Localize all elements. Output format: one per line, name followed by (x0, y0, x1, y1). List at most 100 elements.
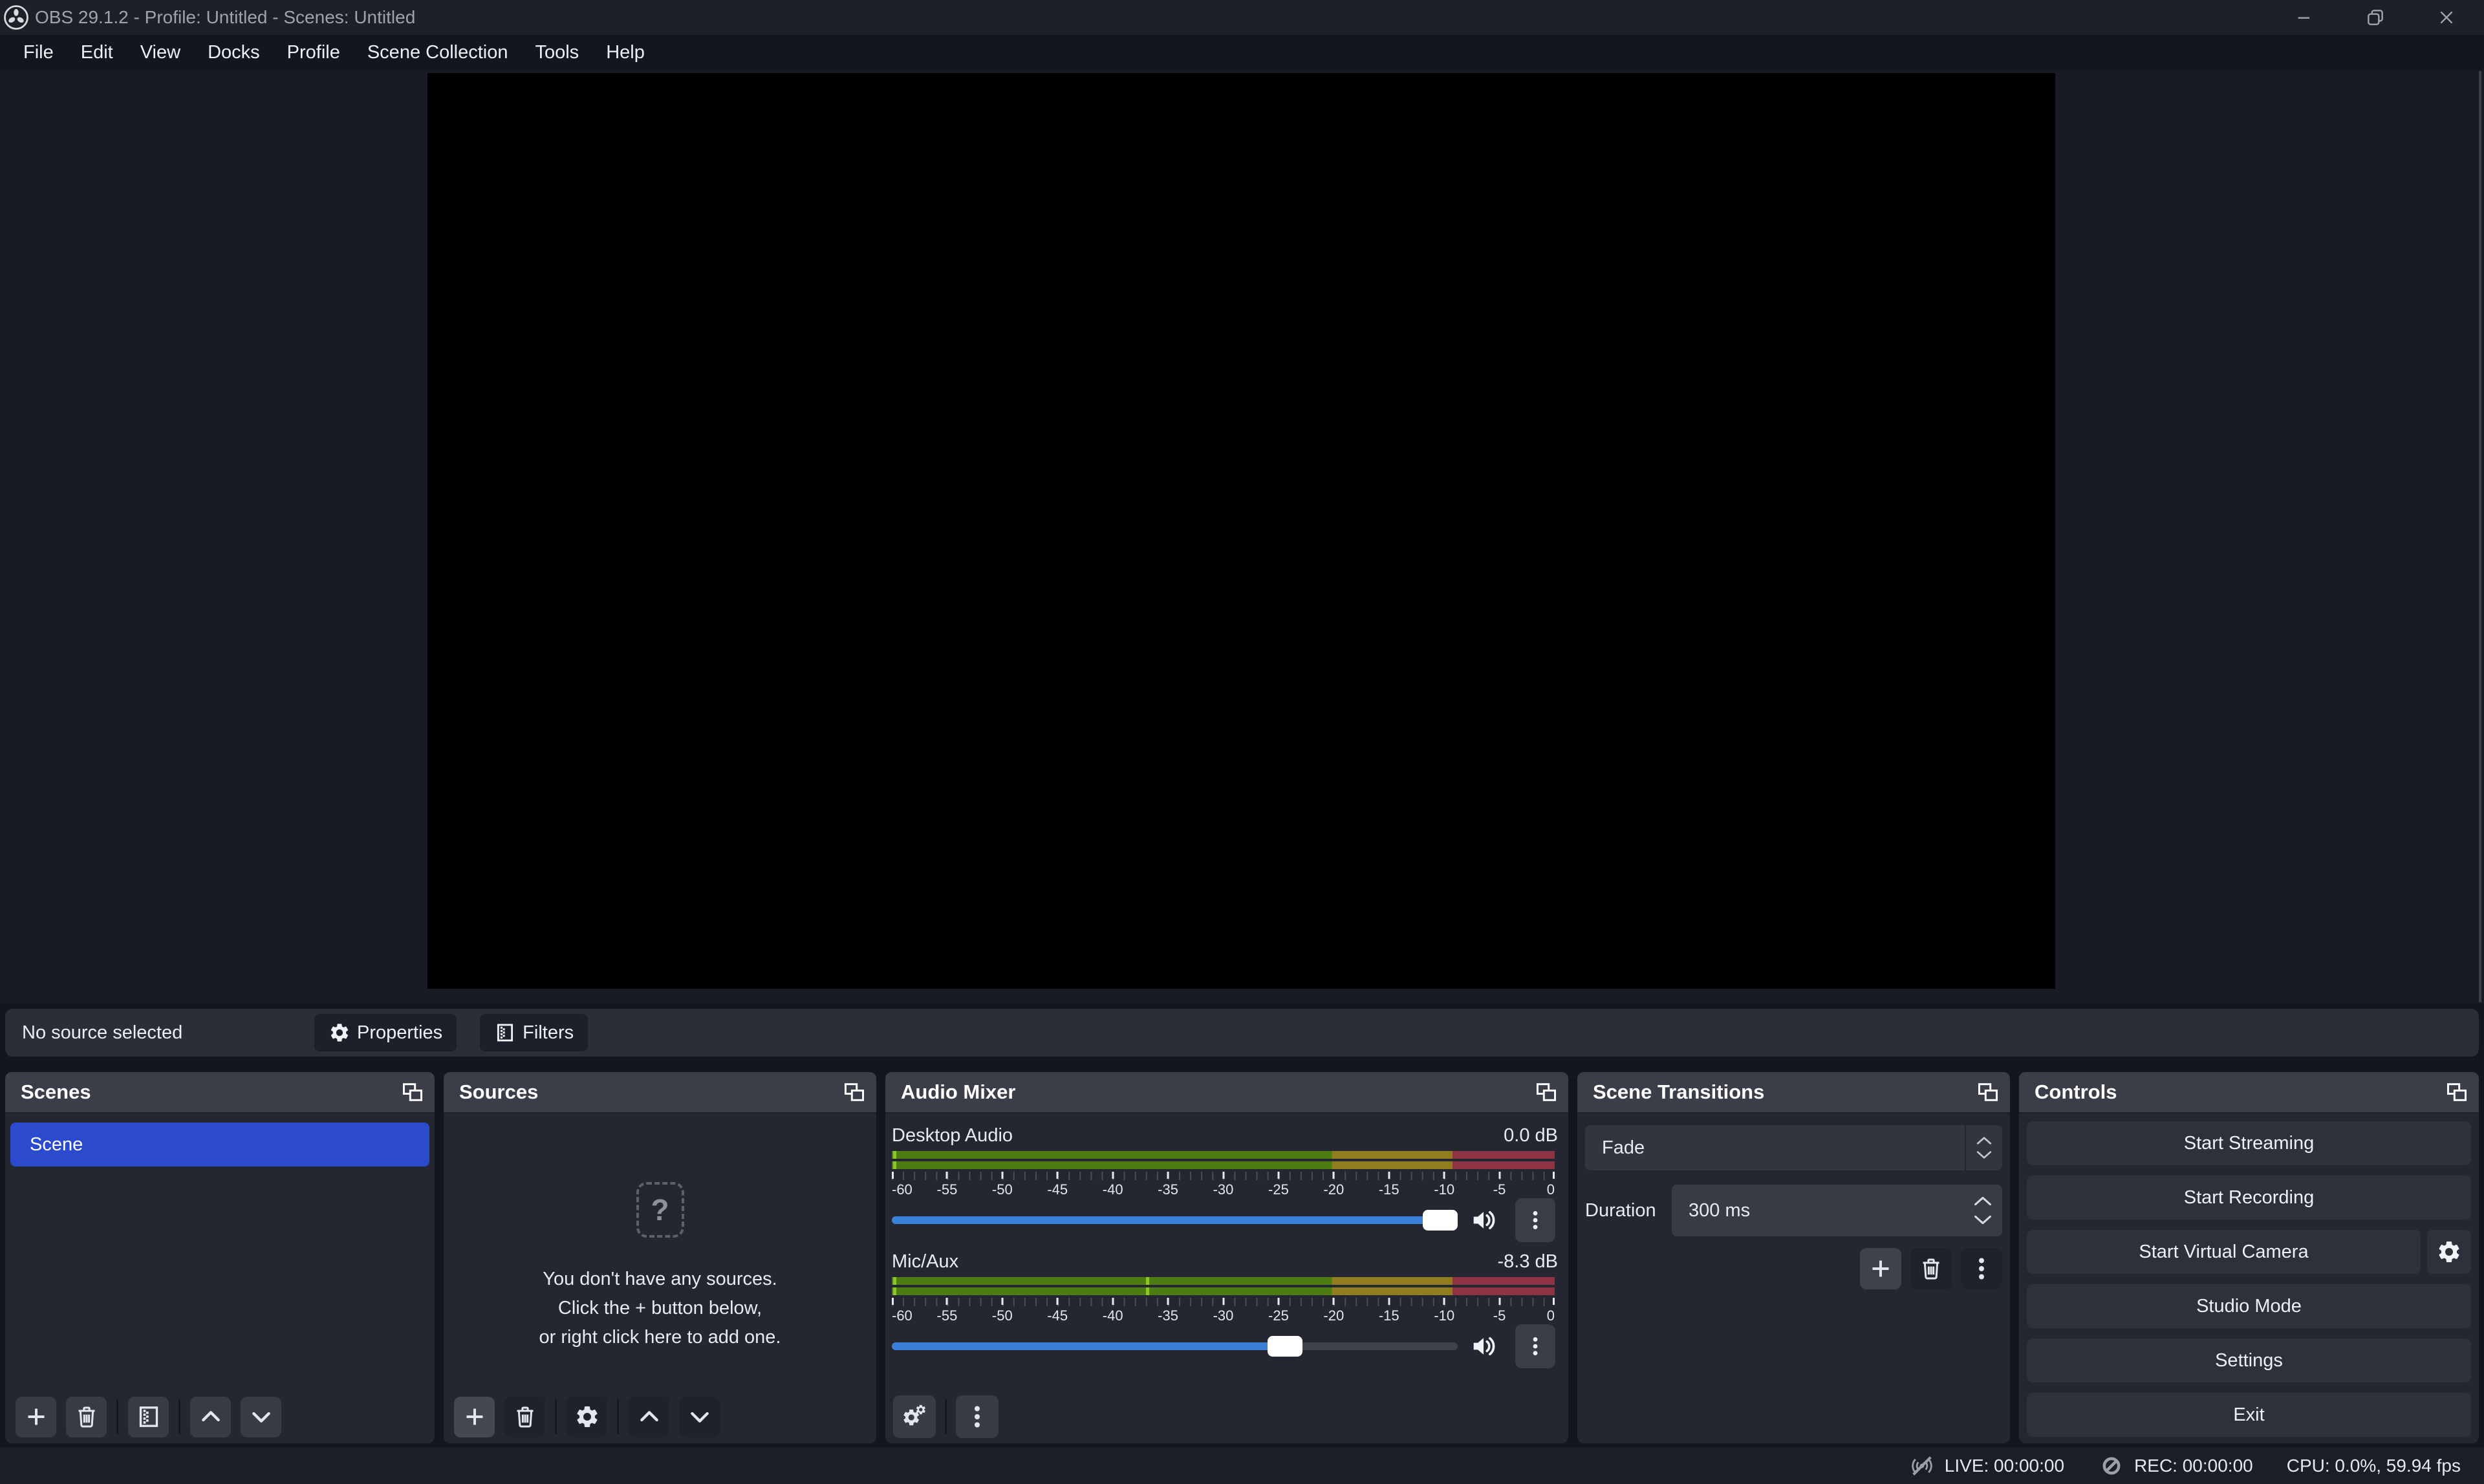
meter-peak-tick (893, 1151, 896, 1159)
close-icon[interactable] (2436, 7, 2457, 28)
performance-stats: CPU: 0.0%, 59.94 fps (2287, 1456, 2461, 1476)
popout-icon[interactable] (2446, 1082, 2467, 1102)
chevron-up-icon (1974, 1196, 1992, 1207)
move-scene-down-button[interactable] (241, 1397, 281, 1437)
remove-transition-button[interactable] (1910, 1248, 1952, 1289)
scene-filters-button[interactable] (128, 1397, 169, 1437)
empty-line: You don't have any sources. (444, 1265, 876, 1294)
meter-scale-label: -15 (1379, 1307, 1399, 1324)
toolbar-separator (116, 1399, 118, 1434)
meter-scale: -60-55-50-45-40-35-30-25-20-15-10-50 (892, 1306, 1555, 1327)
menu-item-view[interactable]: View (127, 42, 194, 63)
add-scene-button[interactable] (16, 1397, 56, 1437)
program-canvas[interactable] (427, 73, 2055, 989)
preview-area (0, 70, 2484, 1004)
restore-icon[interactable] (2365, 7, 2386, 28)
menu-item-help[interactable]: Help (592, 42, 658, 63)
volume-meter (892, 1277, 1555, 1295)
meter-major-tick (1057, 1298, 1059, 1305)
move-scene-up-button[interactable] (190, 1397, 231, 1437)
meter-scale-label: -25 (1268, 1307, 1289, 1324)
menu-item-edit[interactable]: Edit (67, 42, 127, 63)
properties-button[interactable]: Properties (314, 1014, 457, 1051)
volume-slider[interactable] (892, 1342, 1458, 1350)
start-streaming-button[interactable]: Start Streaming (2027, 1121, 2471, 1165)
menu-item-profile[interactable]: Profile (274, 42, 354, 63)
title-bar: OBS 29.1.2 - Profile: Untitled - Scenes:… (0, 0, 2484, 35)
volume-slider[interactable] (892, 1216, 1458, 1224)
meter-scale-label: -30 (1213, 1181, 1234, 1198)
minimize-icon[interactable] (2294, 7, 2315, 28)
menu-item-tools[interactable]: Tools (521, 42, 592, 63)
volume-slider-handle[interactable] (1268, 1336, 1302, 1357)
meter-tickstrip (892, 1172, 1555, 1180)
start-recording-button[interactable]: Start Recording (2027, 1176, 2471, 1220)
gear-icon (574, 1404, 600, 1430)
popout-icon[interactable] (1978, 1082, 1998, 1102)
filters-icon (136, 1404, 162, 1430)
meter-scale-label: -55 (937, 1307, 958, 1324)
meter-major-tick (1388, 1172, 1390, 1179)
gear-icon (2436, 1239, 2462, 1265)
source-properties-button[interactable] (567, 1397, 607, 1437)
add-source-button[interactable] (454, 1397, 495, 1437)
move-source-up-button[interactable] (629, 1397, 669, 1437)
remove-source-button[interactable] (504, 1397, 545, 1437)
meter-peak-tick (893, 1161, 896, 1169)
duration-label: Duration (1585, 1200, 1661, 1221)
scene-transitions-header: Scene Transitions (1577, 1072, 2010, 1113)
add-transition-button[interactable] (1860, 1248, 1901, 1289)
sources-panel: Sources ? You don't have any sources. Cl… (444, 1072, 876, 1443)
transition-select[interactable]: Fade (1585, 1125, 2002, 1170)
advanced-audio-button[interactable] (893, 1395, 936, 1438)
menu-item-file[interactable]: File (10, 42, 67, 63)
popout-icon[interactable] (1536, 1082, 1557, 1102)
properties-label: Properties (357, 1022, 442, 1044)
menu-bar: FileEditViewDocksProfileScene Collection… (0, 35, 2484, 70)
chevron-down-icon (687, 1404, 713, 1430)
meter-scale-label: -55 (937, 1181, 958, 1198)
meter-major-tick (892, 1172, 894, 1179)
transition-menu-button[interactable] (1961, 1248, 2002, 1289)
meter-major-tick (1277, 1172, 1279, 1179)
mixer-menu-button[interactable] (956, 1395, 999, 1438)
scene-list-item[interactable]: Scene (10, 1123, 429, 1167)
combo-spinner[interactable] (1965, 1125, 2002, 1170)
speaker-icon[interactable] (1469, 1331, 1499, 1361)
virtual-camera-config-button[interactable] (2427, 1230, 2471, 1274)
channel-menu-button[interactable] (1515, 1324, 1555, 1368)
obs-logo-icon (3, 4, 30, 31)
chevron-down-icon (1974, 1214, 1992, 1225)
meter-major-tick (1553, 1298, 1555, 1305)
preview-resize-handle[interactable] (2479, 71, 2481, 1002)
volume-slider-handle[interactable] (1423, 1210, 1458, 1231)
meter-major-tick (1222, 1172, 1224, 1179)
gear-icon (329, 1022, 351, 1044)
volume-meter (892, 1151, 1555, 1169)
spinbox-arrows[interactable] (1974, 1185, 1992, 1236)
broadcast-off-icon (1908, 1452, 1936, 1479)
menu-item-scene-collection[interactable]: Scene Collection (354, 42, 522, 63)
start-virtual-camera-button[interactable]: Start Virtual Camera (2027, 1230, 2421, 1274)
scenes-panel: Scenes Scene (5, 1072, 435, 1443)
menu-item-docks[interactable]: Docks (194, 42, 274, 63)
duration-spinbox[interactable]: 300 ms (1672, 1185, 2002, 1236)
meter-scale-label: -5 (1493, 1307, 1506, 1324)
cpu-fps-text: CPU: 0.0%, 59.94 fps (2287, 1456, 2461, 1476)
settings-button[interactable]: Settings (2027, 1339, 2471, 1382)
channel-menu-button[interactable] (1515, 1198, 1555, 1242)
scene-transitions-panel: Scene Transitions Fade Duration 300 ms (1577, 1072, 2010, 1443)
channel-name: Desktop Audio (892, 1125, 1013, 1146)
meter-scale-label: -45 (1047, 1181, 1068, 1198)
remove-scene-button[interactable] (66, 1397, 107, 1437)
controls-header: Controls (2019, 1072, 2479, 1113)
exit-button[interactable]: Exit (2027, 1393, 2471, 1437)
chevron-down-icon (248, 1404, 274, 1430)
studio-mode-button[interactable]: Studio Mode (2027, 1284, 2471, 1328)
popout-icon[interactable] (402, 1082, 423, 1102)
popout-icon[interactable] (844, 1082, 865, 1102)
meter-major-tick (1388, 1298, 1390, 1305)
speaker-icon[interactable] (1469, 1205, 1499, 1235)
move-source-down-button[interactable] (679, 1397, 720, 1437)
filters-button[interactable]: Filters (480, 1014, 588, 1051)
